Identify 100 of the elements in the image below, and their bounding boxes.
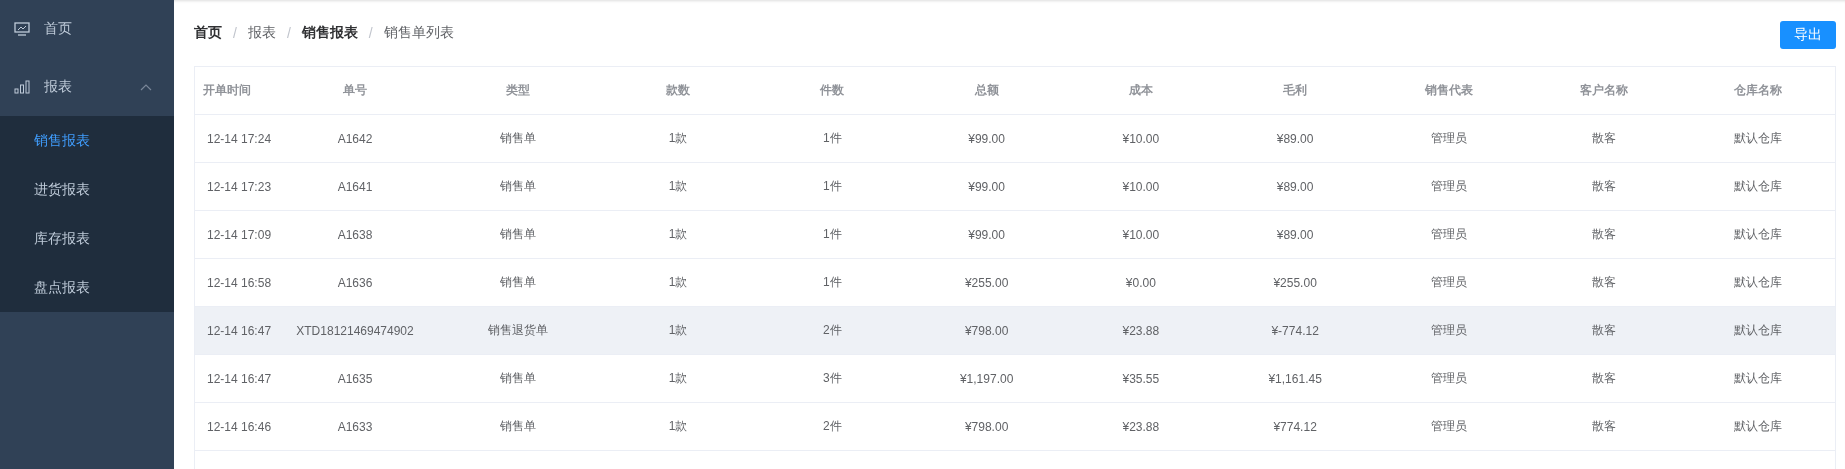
table-cell-text: ¥798.00 [963, 419, 1010, 434]
table-cell-text: 1款 [667, 322, 689, 339]
table-cell-text: 销售退货单 [487, 322, 549, 339]
table-cell-text: 散客 [1590, 322, 1617, 339]
breadcrumb-separator: / [286, 25, 291, 41]
table-cell-text: 1款 [667, 370, 689, 387]
table-cell-text: 管理员 [1430, 418, 1469, 435]
table-cell-text: 默认仓库 [1732, 274, 1783, 291]
table-cell-text: ¥35.55 [1121, 371, 1161, 386]
table-cell-text: 销售单 [499, 178, 537, 195]
bar-chart-icon [14, 80, 30, 94]
submenu-item[interactable]: 库存报表 [0, 214, 174, 263]
table-cell-text: 1件 [822, 226, 843, 243]
table-cell-text: 3件 [822, 370, 843, 387]
column-header: 开单时间 [202, 82, 252, 99]
table-cell-text: 管理员 [1430, 130, 1469, 147]
breadcrumb-item: 报表 [247, 24, 276, 42]
table-cell-text: A1638 [336, 227, 374, 242]
table-cell-text: A1641 [336, 179, 374, 194]
table-cell-text: 管理员 [1430, 274, 1469, 291]
submenu-item[interactable]: 盘点报表 [0, 263, 174, 312]
table-cell-text: 1款 [667, 178, 689, 195]
table-cell-text: ¥1,161.45 [1267, 371, 1323, 386]
table-cell-text: 散客 [1590, 178, 1617, 195]
table-cell-text: 12-14 16:47 [206, 371, 273, 386]
menu-item[interactable]: 首页 [0, 0, 174, 58]
table-cell-text: 管理员 [1430, 226, 1469, 243]
table-cell-text: 默认仓库 [1732, 322, 1783, 339]
column-header: 款数 [665, 82, 692, 99]
table-cell-text: 1款 [667, 130, 689, 147]
table-cell-text: ¥774.12 [1272, 419, 1318, 434]
breadcrumb-link[interactable]: 销售报表 [301, 24, 358, 42]
table-cell-text: 12-14 17:23 [206, 179, 273, 194]
monitor-chart-icon [14, 22, 30, 36]
table-cell-text: 默认仓库 [1732, 130, 1783, 147]
table-cell-text: ¥0.00 [1124, 275, 1157, 290]
table-cell-text: ¥-774.12 [1270, 323, 1320, 338]
table-cell-text: 管理员 [1430, 178, 1469, 195]
submenu-item[interactable]: 销售报表 [0, 116, 174, 165]
table-cell-text: A1633 [336, 419, 374, 434]
table-cell-text: 默认仓库 [1732, 418, 1783, 435]
table-cell-text: 默认仓库 [1732, 226, 1783, 243]
table-cell-text: 散客 [1590, 418, 1617, 435]
table-cell-text: 12-14 17:24 [206, 131, 273, 146]
table-cell-text: ¥23.88 [1121, 419, 1161, 434]
table-row[interactable]: 12-14 16:47 XTD18121469474902 销售退货单 1款 2件 ¥798.00 ¥23.88 ¥-774.12 管理员 散客 默认仓库 [195, 307, 1835, 355]
submenu-item[interactable]: 进货报表 [0, 165, 174, 214]
table-cell-text: 12-14 17:09 [206, 227, 273, 242]
table-cell-text: 销售单 [499, 370, 537, 387]
breadcrumb-item: 销售单列表 [383, 24, 454, 42]
column-header: 单号 [342, 82, 368, 99]
table-row[interactable]: 12-14 16:46 A1633 销售单 1款 2件 ¥798.00 ¥23.88 ¥774.12 管理员 散客 默认仓库 [195, 403, 1835, 451]
table-cell-text: ¥255.00 [963, 275, 1010, 290]
table-cell-text: 管理员 [1430, 322, 1469, 339]
column-header: 类型 [505, 82, 531, 99]
table-cell-text: 管理员 [1430, 370, 1469, 387]
table-row[interactable]: 12-14 17:24 A1642 销售单 1款 1件 ¥99.00 ¥10.00 ¥89.00 管理员 散客 默认仓库 [195, 115, 1835, 163]
table-cell-text: 1款 [667, 274, 689, 291]
table-cell-text: ¥1,197.00 [958, 371, 1015, 386]
table-cell-text: 默认仓库 [1732, 370, 1783, 387]
table-cell-text: 销售单 [499, 274, 537, 291]
table-cell-text: 1件 [822, 178, 843, 195]
table-row[interactable]: 12-14 16:47 A1635 销售单 1款 3件 ¥1,197.00 ¥35.55 ¥1,161.45 管理员 散客 默认仓库 [195, 355, 1835, 403]
table-cell-text: ¥10.00 [1121, 227, 1161, 242]
table-cell-text: 12-14 16:58 [206, 275, 273, 290]
table-cell-text: 销售单 [499, 418, 537, 435]
table-cell-text: 销售单 [499, 226, 537, 243]
table-cell-text: ¥89.00 [1275, 179, 1315, 194]
column-header: 成本 [1127, 82, 1154, 99]
table-cell-text: A1642 [336, 131, 374, 146]
column-header: 毛利 [1282, 82, 1309, 99]
table-cell-text: ¥10.00 [1121, 179, 1161, 194]
table-cell-text: 默认仓库 [1732, 178, 1783, 195]
table-cell-text: 1款 [667, 418, 689, 435]
table-cell-text: 散客 [1590, 226, 1617, 243]
table-cell-text: ¥23.88 [1121, 323, 1161, 338]
table-cell-text: ¥99.00 [967, 227, 1006, 242]
table-cell-text: 12-14 16:47 [206, 323, 273, 338]
table-cell-text: ¥99.00 [967, 179, 1006, 194]
table-cell-text: 1款 [667, 226, 689, 243]
table-row[interactable]: 12-14 17:09 A1638 销售单 1款 1件 ¥99.00 ¥10.00 ¥89.00 管理员 散客 默认仓库 [195, 211, 1835, 259]
table-cell-text: 散客 [1590, 274, 1617, 291]
menu-item[interactable]: 报表 [0, 58, 174, 116]
table-cell-text: A1635 [336, 371, 374, 386]
table-cell-text: 2件 [822, 418, 843, 435]
table-cell-text: XTD18121469474902 [295, 323, 415, 338]
breadcrumb-link[interactable]: 首页 [194, 24, 222, 42]
table-cell-text: ¥89.00 [1275, 131, 1315, 146]
table-cell-text: 12-14 16:46 [206, 419, 273, 434]
column-header: 件数 [819, 82, 846, 99]
table-cell-text: A1636 [336, 275, 374, 290]
breadcrumb-separator: / [368, 25, 373, 41]
table-cell-text: 1件 [822, 274, 843, 291]
table-cell-text: ¥89.00 [1275, 227, 1315, 242]
table-row[interactable]: 12-14 17:23 A1641 销售单 1款 1件 ¥99.00 ¥10.00 ¥89.00 管理员 散客 默认仓库 [195, 163, 1835, 211]
table-cell-text: 销售单 [499, 130, 537, 147]
table-cell-text: ¥99.00 [967, 131, 1006, 146]
column-header: 仓库名称 [1732, 82, 1783, 99]
table-cell-text: 1件 [822, 130, 843, 147]
table-cell-text: ¥255.00 [1272, 275, 1318, 290]
